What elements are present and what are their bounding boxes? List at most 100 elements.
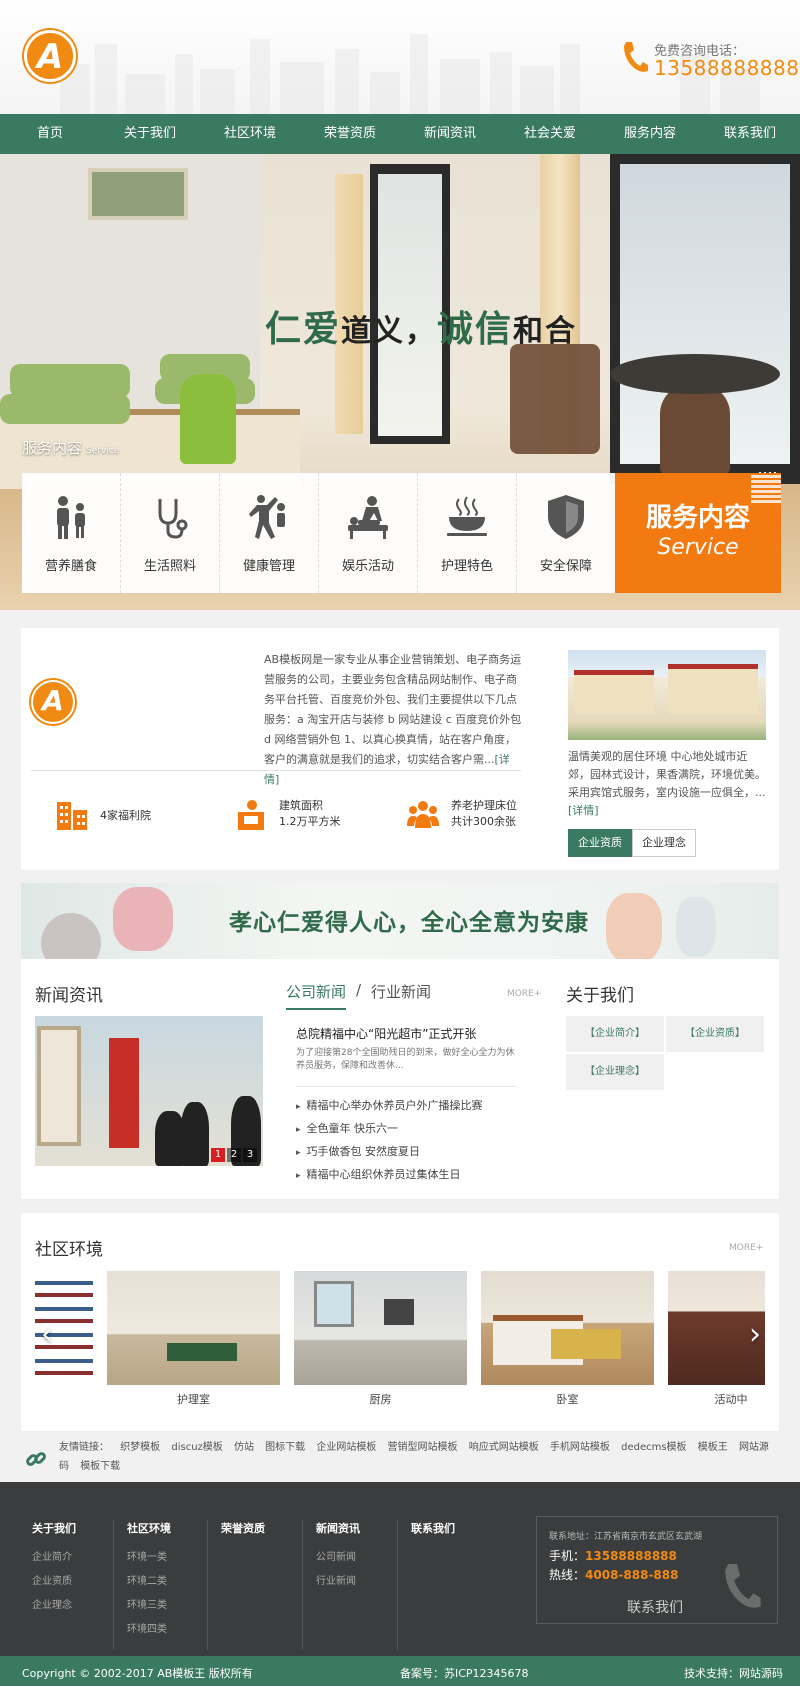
about-us-title: 关于我们 (566, 986, 634, 1006)
news-title: 新闻资讯 (35, 986, 103, 1006)
slider-dot-1[interactable]: 1 (211, 1148, 225, 1162)
phone-icon (624, 42, 648, 72)
nav-item-home[interactable]: 首页 (0, 114, 100, 154)
food-bowl-icon (447, 496, 487, 536)
carousel-next-button[interactable]: › (743, 1316, 767, 1356)
promo-slogan: 孝心仁爱得人心，全心全意为安康 (229, 909, 589, 936)
carousel-image-bedroom[interactable] (481, 1271, 654, 1385)
carousel-image-kitchen[interactable] (294, 1271, 467, 1385)
carousel-caption[interactable]: 厨房 (294, 1391, 467, 1407)
contact-mobile: 手机：13588888888 (549, 1549, 677, 1563)
friend-link[interactable]: 营销型网站模板 (388, 1442, 458, 1453)
nav-item-news[interactable]: 新闻资讯 (400, 114, 500, 154)
news-slider-photo[interactable]: 1 2 3 (35, 1016, 263, 1166)
contact-box: 联系地址：江苏省南京市玄武区玄武湖 手机：13588888888 热线：4008… (536, 1516, 778, 1624)
nav-item-contact[interactable]: 联系我们 (700, 114, 800, 154)
friend-link[interactable]: 仿站 (234, 1442, 254, 1453)
promo-banner: 孝心仁爱得人心，全心全意为安康 (21, 883, 779, 959)
carousel-caption[interactable]: 护理室 (107, 1391, 280, 1407)
footer-col-news: 新闻资讯 公司新闻 行业新闻 (316, 1522, 360, 1587)
about-description: AB模板网是一家专业从事企业营销策划、电子商务运营服务的公司，主要业务包含精品网… (264, 653, 522, 786)
phone-icon (725, 1563, 761, 1608)
service-item-nutrition[interactable]: 营养膳食 (22, 473, 121, 593)
community-more-link[interactable]: MORE+ (729, 1243, 763, 1253)
service-item-daily-care[interactable]: 生活照料 (121, 473, 220, 593)
icp-text: 备案号：苏ICP12345678 (400, 1667, 529, 1680)
shield-icon (548, 495, 584, 539)
service-bar: 营养膳食 生活照料 健康管理 娱乐活动 护理特色 安全保障 (22, 473, 615, 593)
news-more-link[interactable]: MORE+ (507, 989, 541, 999)
slider-pagination: 1 2 3 (211, 1148, 257, 1162)
news-headline-desc: 为了迎接第28个全国助残日的到来，做好全心全力为休养员服务，保障和改善休... (296, 1048, 515, 1071)
list-item[interactable]: 精福中心组织休养员过集体生日 (296, 1164, 516, 1187)
footer-col-honors: 荣誉资质 (221, 1522, 265, 1535)
carousel-prev-button[interactable]: ‹ (35, 1316, 59, 1356)
friend-link[interactable]: 织梦模板 (120, 1442, 160, 1453)
slider-dot-2[interactable]: 2 (227, 1148, 241, 1162)
nav-item-social-care[interactable]: 社会关爱 (500, 114, 600, 154)
slider-dot-3[interactable]: 3 (243, 1148, 257, 1162)
list-item[interactable]: 精福中心举办休养员户外广播操比赛 (296, 1095, 516, 1118)
friend-link[interactable]: dedecms模板 (621, 1442, 686, 1453)
footer-col-about: 关于我们 企业简介 企业资质 企业理念 (32, 1522, 76, 1611)
facility-more-link[interactable]: [详情] (568, 804, 599, 817)
tab-industry-news[interactable]: 行业新闻 (371, 981, 431, 1002)
about-logo: A (31, 680, 75, 724)
news-list: 精福中心举办休养员户外广播操比赛 全色童年 快乐六一 巧手做香包 安然度夏日 精… (296, 1086, 516, 1187)
group-icon (407, 801, 439, 828)
nurse-desk-icon (238, 800, 264, 830)
community-section: 社区环境 MORE+ ‹ › 护理室 厨房 卧室 活动中 (21, 1213, 779, 1431)
link-company-qualifications[interactable]: 【企业资质】 (666, 1016, 764, 1052)
building-icon (57, 802, 87, 830)
footer-col-community: 社区环境 环境一类 环境二类 环境三类 环境四类 (127, 1522, 171, 1635)
friend-link[interactable]: 企业网站模板 (316, 1442, 376, 1453)
footer-col-contact: 联系我们 (411, 1522, 455, 1535)
carousel-image-nursing-room[interactable] (107, 1271, 280, 1385)
community-title: 社区环境 (35, 1240, 103, 1260)
site-header: A 免费咨询电话： 13588888888 (0, 0, 800, 114)
service-item-nursing[interactable]: 护理特色 (418, 473, 517, 593)
copyright-text: Copyright © 2002-2017 AB模板王 版权所有 (22, 1667, 253, 1680)
tab-qualifications[interactable]: 企业资质 (568, 829, 632, 857)
service-badge[interactable]: 服务内容 Service (615, 473, 781, 593)
carousel-caption[interactable]: 卧室 (481, 1391, 654, 1407)
link-company-philosophy[interactable]: 【企业理念】 (566, 1054, 664, 1090)
facility-description: 温情美观的居住环境 中心地处城市近郊，园林式设计，果香满院，环境优美。采用宾馆式… (568, 750, 766, 817)
friend-link[interactable]: 模板下载 (80, 1461, 120, 1472)
service-item-entertainment[interactable]: 娱乐活动 (319, 473, 418, 593)
carousel-caption[interactable]: 活动中 (701, 1391, 761, 1407)
contact-address: 联系地址：江苏省南京市玄武区玄武湖 (549, 1532, 703, 1542)
friend-link[interactable]: 模板王 (698, 1442, 728, 1453)
friend-link[interactable]: 手机网站模板 (550, 1442, 610, 1453)
tab-company-news[interactable]: 公司新闻 (286, 981, 347, 1010)
news-headline[interactable]: 总院精福中心“阳光超市”正式开张 (296, 1025, 476, 1042)
copyright-bar: Copyright © 2002-2017 AB模板王 版权所有 备案号：苏IC… (0, 1656, 800, 1686)
friend-link[interactable]: 响应式网站模板 (469, 1442, 539, 1453)
wall-painting (88, 168, 188, 220)
nav-item-community[interactable]: 社区环境 (200, 114, 300, 154)
site-logo[interactable]: A (24, 30, 76, 82)
list-item[interactable]: 巧手做香包 安然度夏日 (296, 1141, 516, 1164)
nav-item-honors[interactable]: 荣誉资质 (300, 114, 400, 154)
exercise-icon (249, 495, 285, 539)
friend-link[interactable]: discuz模板 (171, 1442, 222, 1453)
contact-hotline: 热线：4008-888-888 (549, 1568, 679, 1582)
community-carousel (35, 1271, 765, 1385)
banner-slogan: 仁爱道义，诚信和合 (265, 308, 578, 350)
nav-item-services[interactable]: 服务内容 (600, 114, 700, 154)
phone-number: 13588888888 (654, 56, 800, 80)
main-nav: 首页 关于我们 社区环境 荣誉资质 新闻资讯 社会关爱 服务内容 联系我们 (0, 114, 800, 154)
contact-cta[interactable]: 联系我们 (627, 1597, 683, 1617)
friend-link[interactable]: 图标下载 (265, 1442, 305, 1453)
link-company-intro[interactable]: 【企业简介】 (566, 1016, 664, 1052)
tab-separator: / (356, 981, 362, 999)
friend-links: 友情链接： 织梦模板 discuz模板 仿站 图标下载 企业网站模板 营销型网站… (21, 1438, 779, 1478)
service-item-health[interactable]: 健康管理 (220, 473, 319, 593)
service-item-security[interactable]: 安全保障 (517, 473, 615, 593)
tab-philosophy[interactable]: 企业理念 (632, 829, 696, 857)
tech-support-text[interactable]: 技术支持：网站源码 (684, 1665, 783, 1681)
link-chain-icon (26, 1452, 46, 1466)
family-icon (57, 496, 85, 539)
nav-item-about[interactable]: 关于我们 (100, 114, 200, 154)
list-item[interactable]: 全色童年 快乐六一 (296, 1118, 516, 1141)
